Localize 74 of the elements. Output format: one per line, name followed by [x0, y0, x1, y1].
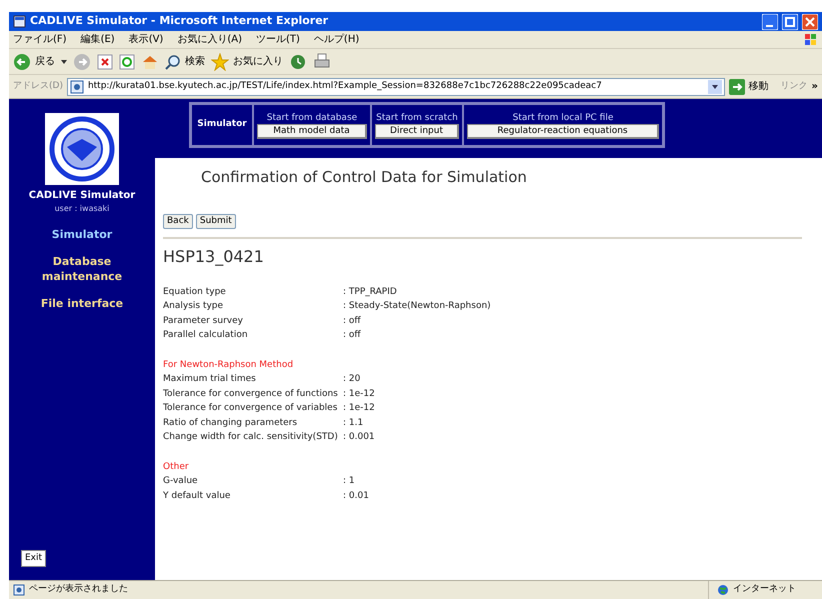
sidebar-link[interactable]: Database maintenance: [32, 254, 132, 284]
globe-icon: [717, 584, 729, 596]
nav-button[interactable]: Regulator-reaction equations: [467, 124, 659, 138]
field-value: : 0.01: [343, 490, 369, 502]
nav-button[interactable]: Math model data: [257, 124, 367, 138]
nav-caption: Start from database: [266, 112, 358, 124]
form-button[interactable]: Submit: [196, 214, 236, 228]
search-icon: [165, 54, 181, 70]
address-label: アドレス(D): [13, 80, 63, 93]
field-label: Parameter survey: [163, 314, 244, 328]
back-button[interactable]: 戻る: [13, 52, 55, 70]
section-heading: Other: [163, 460, 190, 474]
field-value: : 1e-12: [343, 402, 375, 415]
more-chevron[interactable]: »: [812, 79, 818, 94]
window-icon: [13, 15, 26, 28]
menu-item[interactable]: 編集(E): [80, 32, 115, 47]
nav-caption: Start from scratch: [376, 112, 458, 124]
section-heading: For Newton-Raphson Method: [163, 358, 294, 372]
menu-item[interactable]: 表示(V): [128, 32, 164, 47]
nav-button[interactable]: Direct input: [375, 124, 459, 138]
app-name: CADLIVE Simulator: [28, 189, 136, 203]
status-message: ページが表示されました: [29, 583, 129, 596]
field-value: : off: [343, 329, 361, 342]
nav-caption: Start from local PC file: [512, 112, 614, 124]
refresh-icon[interactable]: [119, 54, 135, 70]
field-label: Maximum trial times: [163, 373, 257, 386]
exit-button[interactable]: Exit: [21, 550, 46, 567]
page-icon: [13, 584, 25, 596]
field-label: Tolerance for convergence of variables: [163, 402, 338, 415]
field-value: : off: [343, 314, 361, 328]
field-label: Parallel calculation: [163, 329, 249, 342]
menu-item[interactable]: ヘルプ(H): [314, 32, 360, 47]
nav-title: Simulator: [191, 104, 253, 146]
go-button[interactable]: 移動: [728, 78, 769, 94]
field-value: : TPP_RAPID: [343, 286, 397, 298]
field-label: Y default value: [163, 490, 232, 502]
printer-icon[interactable]: [313, 52, 331, 70]
sidebar-link[interactable]: Simulator: [32, 227, 132, 242]
field-label: G-value: [163, 475, 199, 488]
address-field[interactable]: http://kurata01.bse.kyutech.ac.jp/TEST/Life/index.html?Example_Session=832688e7c1bc726288c22e095cadeac7: [66, 78, 725, 96]
page-icon: [70, 80, 84, 94]
user-label: user : iwasaki: [54, 203, 110, 215]
close-button[interactable]: [802, 14, 818, 30]
maximize-button[interactable]: [782, 14, 798, 30]
favorites-button[interactable]: お気に入り: [211, 52, 283, 70]
minimize-button[interactable]: [762, 14, 778, 30]
search-button[interactable]: 検索: [165, 54, 205, 70]
menu-item[interactable]: ファイル(F): [13, 32, 67, 47]
sidebar-link[interactable]: File interface: [32, 296, 132, 311]
field-label: Analysis type: [163, 300, 224, 313]
dropdown-arrow-icon[interactable]: [61, 60, 67, 64]
field-label: Change width for calc. sensitivity(STD): [163, 431, 339, 444]
window-title: CADLIVE Simulator - Microsoft Internet Explorer: [30, 13, 330, 30]
field-label: Tolerance for convergence of functions: [163, 388, 339, 400]
windows-flag-icon: [804, 32, 818, 46]
field-value: : 1.1: [343, 416, 364, 430]
form-button[interactable]: Back: [163, 214, 193, 228]
field-value: : Steady-State(Newton-Raphson): [343, 300, 491, 313]
field-label: Equation type: [163, 286, 227, 298]
stop-icon[interactable]: [97, 54, 113, 70]
home-icon[interactable]: [141, 54, 159, 70]
field-value: : 1e-12: [343, 388, 375, 400]
field-label: Ratio of changing parameters: [163, 416, 298, 430]
zone-label: インターネット: [733, 583, 796, 596]
menu-item[interactable]: お気に入り(A): [177, 32, 242, 47]
model-name: HSP13_0421: [163, 246, 265, 268]
menu-item[interactable]: ツール(T): [256, 32, 300, 47]
field-value: : 20: [343, 373, 360, 386]
history-icon[interactable]: [289, 52, 307, 70]
field-value: : 1: [343, 475, 355, 488]
field-value: : 0.001: [343, 431, 375, 444]
page-title: Confirmation of Control Data for Simulation: [201, 167, 528, 188]
star-icon: [211, 52, 229, 70]
url-text: http://kurata01.bse.kyutech.ac.jp/TEST/Life/index.html?Example_Session=832688e7c1bc726288c22e095cadeac7: [88, 80, 603, 93]
